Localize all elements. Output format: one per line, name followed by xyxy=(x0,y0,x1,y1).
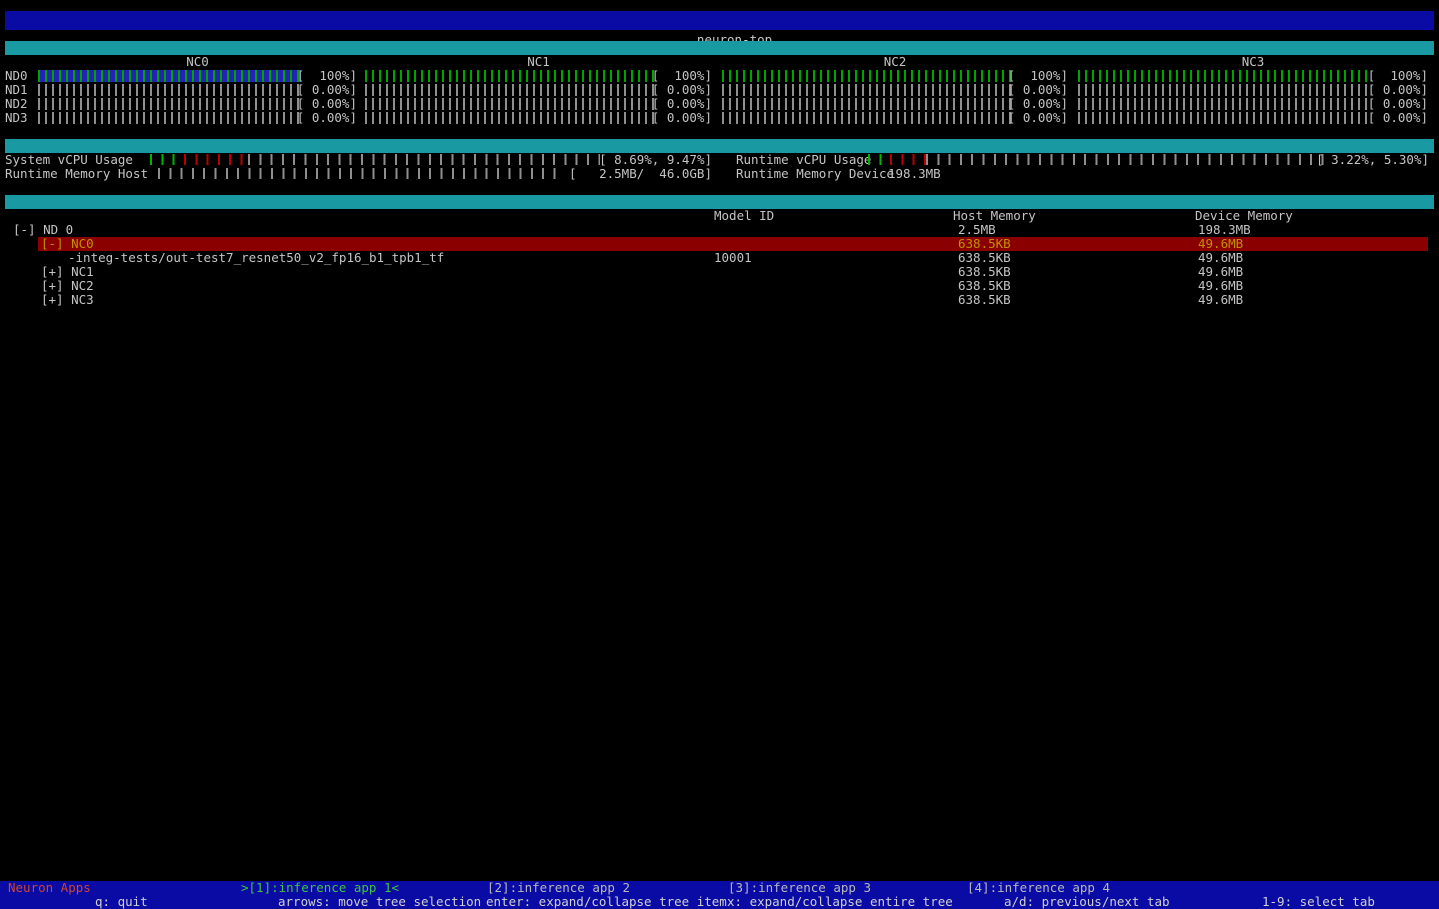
utilization-value: [ 100%] xyxy=(1008,69,1068,83)
utilization-meter xyxy=(1078,112,1369,124)
device-row-label: ND1 xyxy=(5,83,28,97)
section-title: Loaded Models xyxy=(39,208,145,223)
utilization-value: [ 0.00%] xyxy=(297,111,357,125)
models-header-host-memory: Host Memory xyxy=(953,209,1036,223)
model-id-cell: 10001 xyxy=(714,251,752,265)
tree-node-label[interactable]: [-] ND 0 xyxy=(13,223,73,237)
neuron-apps-title: Neuron Apps xyxy=(8,881,91,895)
tree-node-label[interactable]: [+] NC2 xyxy=(41,279,94,293)
system-vcpu-value: [ 8.69%, 9.47%] xyxy=(599,153,712,167)
tab-inference-app-4[interactable]: [4]:inference app 4 xyxy=(967,881,1110,895)
utilization-value: [ 100%] xyxy=(652,69,712,83)
utilization-meter xyxy=(1078,98,1369,110)
tab-inference-app-1[interactable]: >[1]:inference app 1< xyxy=(241,881,399,895)
utilization-value: [ 100%] xyxy=(297,69,357,83)
terminal-screen: neuron-top Neuroncore Utilization NC0 NC1… xyxy=(0,0,1439,909)
host-memory-cell: 638.5KB xyxy=(958,251,1011,265)
utilization-value: [ 0.00%] xyxy=(652,111,712,125)
device-memory-cell: 49.6MB xyxy=(1198,293,1243,307)
nc-column-header: NC2 xyxy=(722,55,1068,69)
meter-segment-idle-gray xyxy=(158,168,565,179)
utilization-meter xyxy=(38,70,301,82)
models-header-device-memory: Device Memory xyxy=(1195,209,1293,223)
meter-segment-idle-gray xyxy=(248,154,600,165)
nc-column-header: NC1 xyxy=(365,55,712,69)
meter-segment-system-red xyxy=(890,154,926,165)
utilization-value: [ 0.00%] xyxy=(652,83,712,97)
device-row-label: ND2 xyxy=(5,97,28,111)
section-header-neuroncore-utilization: Neuroncore Utilization xyxy=(5,41,1434,55)
meter-segment-user-green xyxy=(150,154,184,165)
meter-segment-idle-gray xyxy=(926,154,1330,165)
device-memory-cell: 49.6MB xyxy=(1198,279,1243,293)
tree-node-label[interactable]: -integ-tests/out-test7_resnet50_v2_fp16_… xyxy=(68,251,444,265)
help-item-1: arrows: move tree selection xyxy=(278,895,481,909)
utilization-meter xyxy=(38,112,301,124)
utilization-meter xyxy=(722,98,1013,110)
tab-inference-app-2[interactable]: [2]:inference app 2 xyxy=(487,881,630,895)
utilization-meter xyxy=(365,84,656,96)
utilization-meter xyxy=(722,112,1013,124)
utilization-value: [ 0.00%] xyxy=(1008,97,1068,111)
runtime-memory-host-value: [ 2.5MB/ 46.0GB] xyxy=(569,167,712,181)
runtime-vcpu-meter xyxy=(868,154,1330,166)
utilization-value: [ 0.00%] xyxy=(1008,83,1068,97)
metric-label-system-vcpu: System vCPU Usage xyxy=(5,153,133,167)
metric-label-runtime-memory-device: Runtime Memory Device xyxy=(736,167,894,181)
utilization-meter xyxy=(365,112,656,124)
nc-column-header: NC0 xyxy=(38,55,357,69)
section-header-vcpu-memory: vCPU and Memory Info xyxy=(5,139,1434,153)
device-memory-cell: 198.3MB xyxy=(1198,223,1251,237)
device-row-label: ND0 xyxy=(5,69,28,83)
host-memory-cell: 638.5KB xyxy=(958,293,1011,307)
utilization-meter xyxy=(722,84,1013,96)
utilization-meter xyxy=(38,98,301,110)
utilization-value: [ 0.00%] xyxy=(297,97,357,111)
metric-label-runtime-memory-host: Runtime Memory Host xyxy=(5,167,148,181)
help-item-3: x: expand/collapse entire tree xyxy=(727,895,953,909)
device-memory-cell: 49.6MB xyxy=(1198,265,1243,279)
help-item-0: q: quit xyxy=(95,895,148,909)
models-header-model-id: Model ID xyxy=(714,209,774,223)
device-memory-cell: 49.6MB xyxy=(1198,237,1243,251)
meter-segment-user-green xyxy=(868,154,890,165)
title-bar: neuron-top xyxy=(5,11,1434,30)
utilization-value: [ 0.00%] xyxy=(1368,111,1428,125)
device-memory-cell: 49.6MB xyxy=(1198,251,1243,265)
tab-inference-app-3[interactable]: [3]:inference app 3 xyxy=(728,881,871,895)
utilization-value: [ 0.00%] xyxy=(1368,97,1428,111)
runtime-vcpu-value: [ 3.22%, 5.30%] xyxy=(1316,153,1429,167)
host-memory-cell: 638.5KB xyxy=(958,237,1011,251)
utilization-meter xyxy=(38,84,301,96)
utilization-meter xyxy=(365,98,656,110)
utilization-value: [ 0.00%] xyxy=(297,83,357,97)
host-memory-cell: 638.5KB xyxy=(958,279,1011,293)
section-header-loaded-models: Loaded Models xyxy=(5,195,1434,209)
host-memory-cell: 638.5KB xyxy=(958,265,1011,279)
host-memory-cell: 2.5MB xyxy=(958,223,996,237)
utilization-value: [ 0.00%] xyxy=(1368,83,1428,97)
utilization-meter xyxy=(722,70,1013,82)
utilization-meter xyxy=(1078,70,1369,82)
system-vcpu-meter xyxy=(150,154,600,166)
utilization-value: [ 100%] xyxy=(1368,69,1428,83)
runtime-memory-host-meter xyxy=(158,168,565,180)
runtime-memory-device-value: 198.3MB xyxy=(888,167,941,181)
utilization-meter xyxy=(365,70,656,82)
tree-node-label[interactable]: [+] NC3 xyxy=(41,293,94,307)
tree-node-label[interactable]: [-] NC0 xyxy=(41,237,94,251)
nc-column-header: NC3 xyxy=(1078,55,1428,69)
meter-segment-system-red xyxy=(184,154,248,165)
metric-label-runtime-vcpu: Runtime vCPU Usage xyxy=(736,153,871,167)
device-row-label: ND3 xyxy=(5,111,28,125)
help-item-5: 1-9: select tab xyxy=(1262,895,1375,909)
help-item-2: enter: expand/collapse tree item xyxy=(486,895,727,909)
utilization-value: [ 0.00%] xyxy=(652,97,712,111)
help-item-4: a/d: previous/next tab xyxy=(1004,895,1170,909)
tree-node-label[interactable]: [+] NC1 xyxy=(41,265,94,279)
utilization-value: [ 0.00%] xyxy=(1008,111,1068,125)
utilization-meter xyxy=(1078,84,1369,96)
